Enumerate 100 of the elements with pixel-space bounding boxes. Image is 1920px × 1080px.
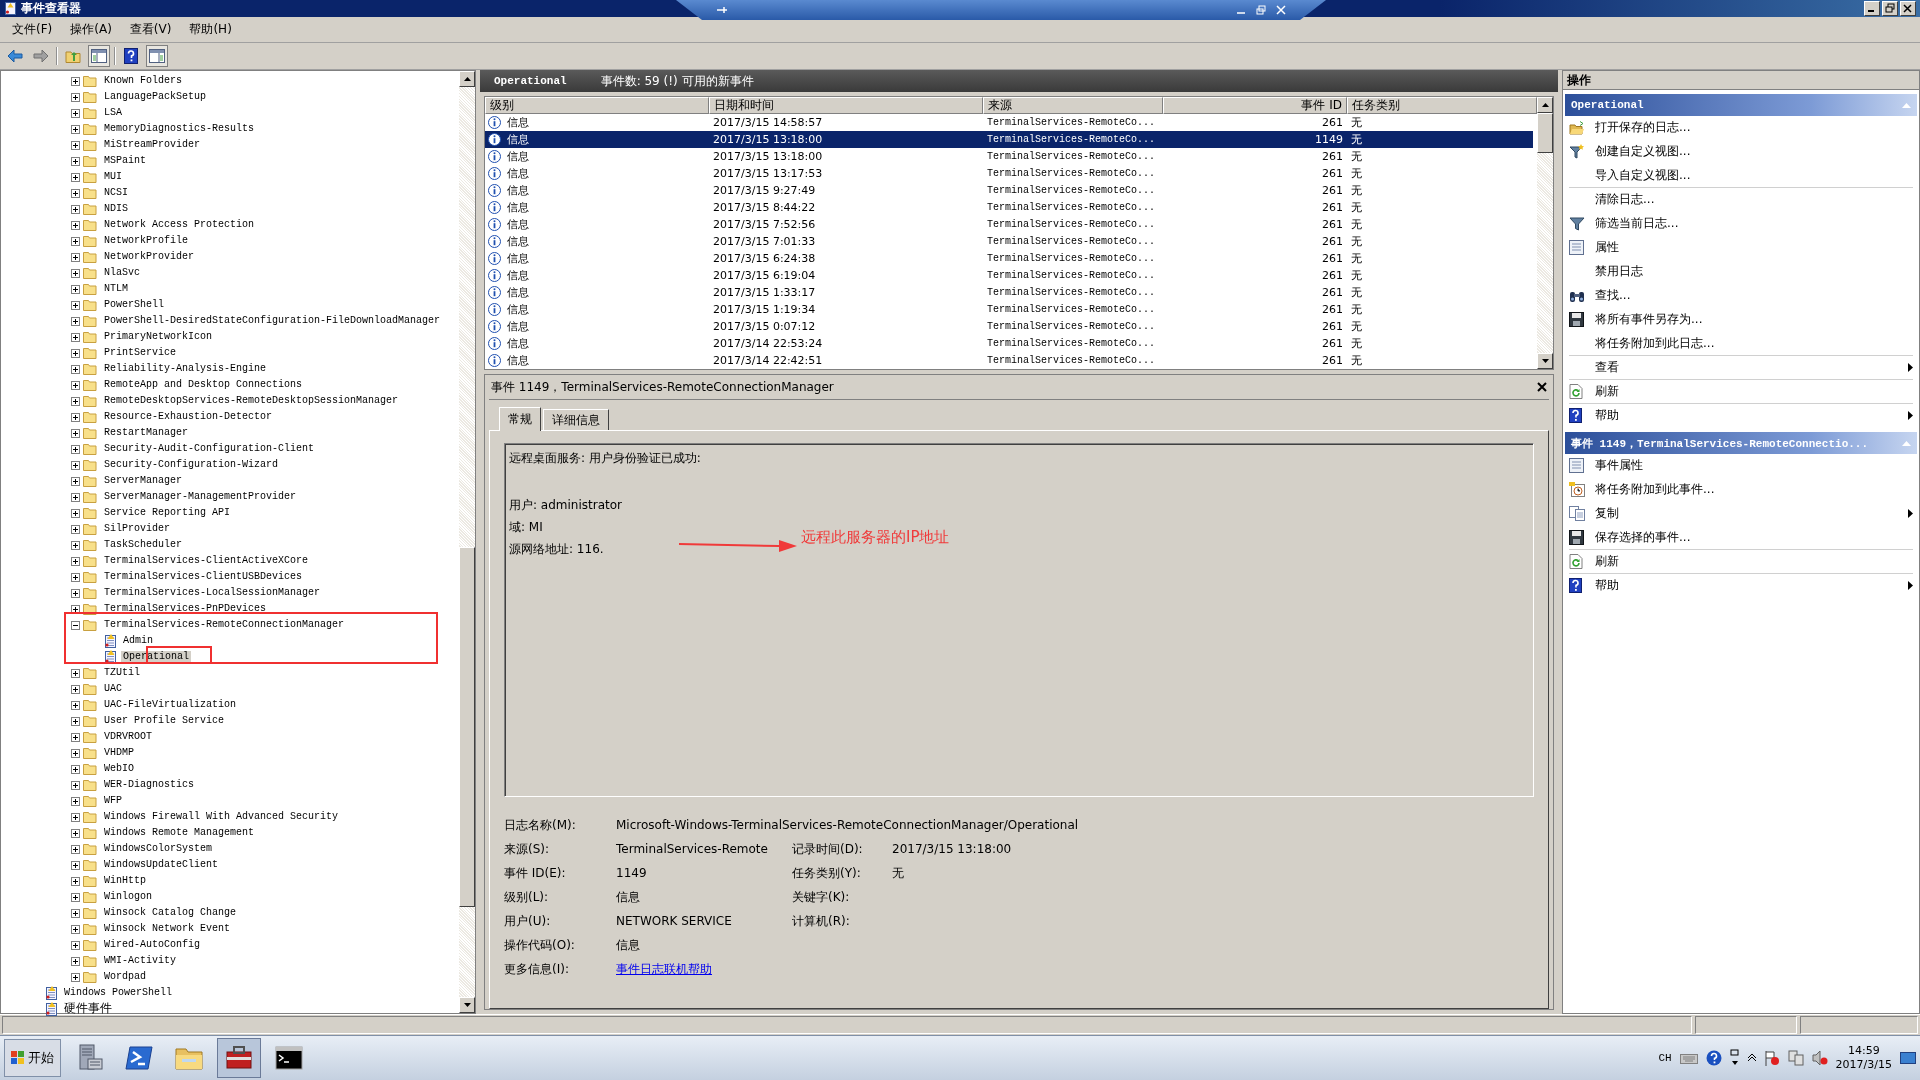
tree-item[interactable]: WER-Diagnostics (102, 779, 196, 791)
column-header[interactable]: 级别 (485, 97, 709, 114)
toolbar-button[interactable] (88, 45, 110, 67)
minimize-button[interactable] (1864, 1, 1880, 16)
expand-toggle[interactable] (71, 748, 80, 758)
tree-item[interactable]: Reliability-Analysis-Engine (102, 363, 269, 375)
event-row[interactable]: 信息 2017/3/15 7:52:56 TerminalServices-RemoteCo... 261 无 (485, 216, 1533, 233)
tree-item[interactable]: NTLM (102, 283, 130, 295)
tree-item[interactable]: PowerShell-DesiredStateConfiguration-FileDownloadManager (102, 315, 443, 327)
scroll-up-icon[interactable] (463, 77, 471, 81)
action-row[interactable]: 创建自定义视图... (1569, 140, 1913, 164)
expand-toggle[interactable] (71, 108, 80, 118)
scroll-up-icon[interactable] (1541, 103, 1549, 107)
action-row[interactable]: 清除日志... (1569, 188, 1913, 212)
action-row[interactable]: 禁用日志 (1569, 260, 1913, 284)
tree-item[interactable]: NlaSvc (102, 267, 142, 279)
expand-toggle[interactable] (71, 588, 80, 598)
expand-toggle[interactable] (71, 412, 80, 422)
expand-toggle[interactable] (71, 236, 80, 246)
expand-toggle[interactable] (71, 460, 80, 470)
powershell-icon[interactable] (124, 1043, 154, 1073)
action-row[interactable]: 查看 (1569, 356, 1913, 380)
expand-toggle[interactable] (71, 972, 80, 982)
expand-toggle[interactable] (71, 172, 80, 182)
expand-toggle[interactable] (71, 76, 80, 86)
action-row[interactable]: 事件属性 (1569, 454, 1913, 478)
tree-item[interactable]: Winsock Catalog Change (102, 907, 239, 919)
expand-toggle[interactable] (71, 188, 80, 198)
event-row[interactable]: 信息 2017/3/15 8:44:22 TerminalServices-RemoteCo... 261 无 (485, 199, 1533, 216)
tree-item[interactable]: User Profile Service (102, 715, 227, 727)
restore-button[interactable] (1882, 1, 1898, 16)
tree-item[interactable]: RemoteApp and Desktop Connections (102, 379, 305, 391)
tree-item[interactable]: LanguagePackSetup (102, 91, 209, 103)
tree-item[interactable]: Service Reporting API (102, 507, 233, 519)
tree-item[interactable]: MSPaint (102, 155, 148, 167)
toolbar-button[interactable] (146, 45, 168, 67)
action-row[interactable]: 将任务附加到此日志... (1569, 332, 1913, 356)
tree-item[interactable]: TerminalServices-LocalSessionManager (102, 587, 323, 599)
scrollbar[interactable] (1537, 97, 1553, 369)
expand-toggle[interactable] (71, 540, 80, 550)
expand-toggle[interactable] (71, 892, 80, 902)
expand-toggle[interactable] (71, 860, 80, 870)
section-header[interactable]: 事件 1149，TerminalServices-RemoteConnectio... (1565, 432, 1917, 454)
menu-item[interactable]: 帮助(H) (181, 19, 240, 40)
tab[interactable]: 详细信息 (543, 409, 609, 430)
expand-toggle[interactable] (71, 524, 80, 534)
tree-item[interactable]: Windows PowerShell (62, 987, 175, 999)
expand-toggle[interactable] (71, 332, 80, 342)
expand-toggle[interactable] (71, 428, 80, 438)
expand-toggle[interactable] (71, 364, 80, 374)
event-row[interactable]: 信息 2017/3/15 13:17:53 TerminalServices-RemoteCo... 261 无 (485, 165, 1533, 182)
expand-toggle[interactable] (71, 380, 80, 390)
expand-toggle[interactable] (71, 620, 80, 630)
expand-toggle[interactable] (71, 124, 80, 134)
expand-toggle[interactable] (71, 604, 80, 614)
action-row[interactable]: 查找... (1569, 284, 1913, 308)
tree-item[interactable]: MUI (102, 171, 124, 183)
event-row[interactable]: 信息 2017/3/15 6:24:38 TerminalServices-RemoteCo... 261 无 (485, 250, 1533, 267)
tree-item[interactable]: Known Folders (102, 75, 184, 87)
expand-toggle[interactable] (71, 396, 80, 406)
tree-item[interactable]: UAC-FileVirtualization (102, 699, 239, 711)
menu-item[interactable]: 文件(F) (4, 19, 61, 40)
tree-item[interactable]: TerminalServices-PnPDevices (102, 603, 269, 615)
action-row[interactable]: 筛选当前日志... (1569, 212, 1913, 236)
expand-toggle[interactable] (71, 828, 80, 838)
section-header[interactable]: Operational (1565, 94, 1917, 116)
pin-icon[interactable] (716, 4, 728, 16)
expand-toggle[interactable] (71, 220, 80, 230)
tree-item[interactable]: Wired-AutoConfig (102, 939, 202, 951)
network-icon[interactable] (1787, 1050, 1804, 1066)
tree-item[interactable]: VHDMP (102, 747, 136, 759)
scroll-down-icon[interactable] (1541, 359, 1549, 363)
expand-toggle[interactable] (71, 268, 80, 278)
close-button[interactable] (1900, 1, 1916, 16)
tree-item[interactable]: ServerManager (102, 475, 184, 487)
tree-item[interactable]: VDRVROOT (102, 731, 154, 743)
tree-item[interactable]: WindowsColorSystem (102, 843, 215, 855)
tree-item[interactable]: Winsock Network Event (102, 923, 233, 935)
tree-item[interactable]: TerminalServices-RemoteConnectionManager (102, 619, 347, 631)
expand-toggle[interactable] (71, 732, 80, 742)
show-desktop-icon[interactable] (1900, 1050, 1916, 1066)
tree-item[interactable]: RemoteDesktopServices-RemoteDesktopSessionManager (102, 395, 401, 407)
action-row[interactable]: 将所有事件另存为... (1569, 308, 1913, 332)
expand-toggle[interactable] (71, 716, 80, 726)
tree-item[interactable]: NetworkProfile (102, 235, 190, 247)
event-row[interactable]: 信息 2017/3/14 22:53:24 TerminalServices-RemoteCo... 261 无 (485, 335, 1533, 352)
restore-icon[interactable] (1256, 5, 1266, 15)
expand-toggle[interactable] (71, 796, 80, 806)
expand-toggle[interactable] (71, 956, 80, 966)
tree-item[interactable]: Windows Remote Management (102, 827, 257, 839)
expand-toggle[interactable] (71, 700, 80, 710)
column-header[interactable]: 来源 (983, 97, 1163, 114)
tree-item[interactable]: Wordpad (102, 971, 148, 983)
tree-item[interactable]: TerminalServices-ClientActiveXCore (102, 555, 311, 567)
expand-toggle[interactable] (71, 572, 80, 582)
expand-toggle[interactable] (71, 252, 80, 262)
action-row[interactable]: 打开保存的日志... (1569, 116, 1913, 140)
tree-item[interactable]: WebIO (102, 763, 136, 775)
close-icon[interactable] (1537, 382, 1547, 392)
event-row[interactable]: 信息 2017/3/14 22:42:51 TerminalServices-RemoteCo... 261 无 (485, 352, 1533, 369)
